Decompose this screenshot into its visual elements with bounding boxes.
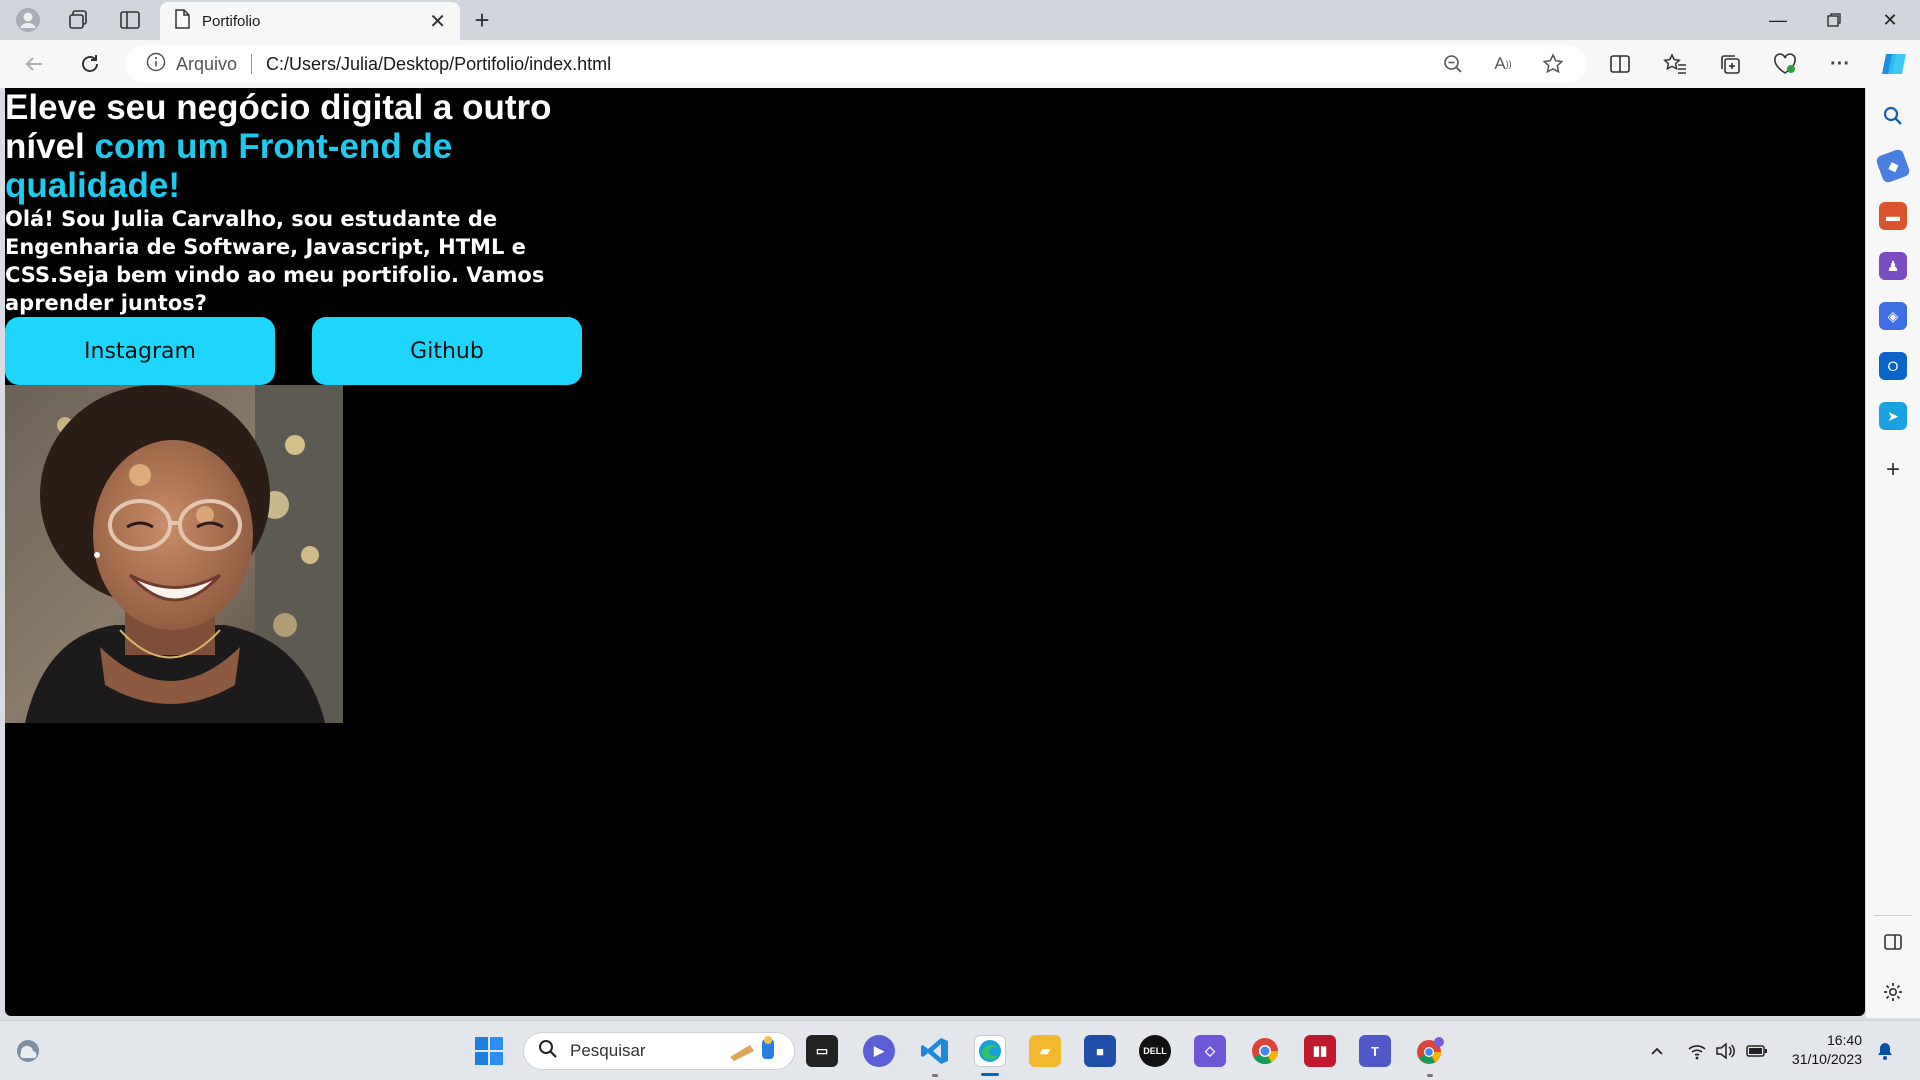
- github-button[interactable]: Github: [312, 317, 582, 385]
- winrar-icon[interactable]: ▮▮: [1304, 1035, 1336, 1067]
- more-options-icon[interactable]: ···: [1822, 46, 1858, 82]
- tools-icon[interactable]: ▬: [1879, 202, 1907, 230]
- battery-icon[interactable]: [1744, 1037, 1770, 1065]
- intro-text: Olá! Sou Julia Carvalho, sou estudante d…: [5, 207, 545, 315]
- chrome-icon[interactable]: [1249, 1035, 1281, 1067]
- address-bar[interactable]: Arquivo C:/Users/Julia/Desktop/Portifoli…: [126, 45, 1586, 83]
- system-clock[interactable]: 16:40 31/10/2023: [1782, 1031, 1862, 1069]
- edge-sidebar: ◆ ▬ ♟ ◈ O ➤ +: [1866, 88, 1920, 1018]
- file-explorer-icon[interactable]: ▰: [1029, 1035, 1061, 1067]
- page-viewport: Eleve seu negócio digital a outro nível c…: [5, 88, 1865, 1016]
- chrome-profile-icon[interactable]: [1414, 1035, 1446, 1067]
- copilot-app-icon[interactable]: ◇: [1194, 1035, 1226, 1067]
- clock-time: 16:40: [1826, 1032, 1862, 1048]
- collections-icon[interactable]: [1712, 46, 1748, 82]
- hide-sidebar-icon[interactable]: [1879, 928, 1907, 956]
- search-highlight-icon: [726, 1035, 784, 1068]
- split-screen-icon[interactable]: [1602, 46, 1638, 82]
- url-text[interactable]: C:/Users/Julia/Desktop/Portifolio/index.…: [266, 54, 611, 75]
- favorite-star-icon[interactable]: [1538, 49, 1568, 79]
- vscode-icon[interactable]: [919, 1035, 951, 1067]
- task-view-icon[interactable]: ▭: [806, 1035, 838, 1067]
- outlook-icon[interactable]: O: [1879, 352, 1907, 380]
- shopping-tag-icon[interactable]: ◆: [1875, 148, 1911, 184]
- tab-title: Portifolio: [202, 12, 261, 30]
- instagram-button[interactable]: Instagram: [5, 317, 275, 385]
- search-icon[interactable]: [1879, 102, 1907, 130]
- edge-browser-icon[interactable]: [974, 1035, 1006, 1067]
- wifi-icon[interactable]: [1684, 1037, 1710, 1065]
- chevron-up-icon[interactable]: [1644, 1037, 1670, 1065]
- browser-tab-strip: Portifolio ✕ + — ✕: [0, 0, 1920, 40]
- page-file-icon: [174, 8, 190, 34]
- settings-gear-icon[interactable]: [1879, 978, 1907, 1006]
- search-icon: [538, 1039, 558, 1064]
- browser-essentials-icon[interactable]: [1767, 46, 1803, 82]
- windows-taskbar: Pesquisar ▭ ▶ ▰ ■ DELL ◇ ▮▮ T 16:40 31/1…: [0, 1020, 1920, 1080]
- start-windows-icon[interactable]: [473, 1035, 505, 1067]
- add-icon[interactable]: +: [1879, 456, 1907, 484]
- microsoft-365-icon[interactable]: ◈: [1879, 302, 1907, 330]
- hero-title: Eleve seu negócio digital a outro nível c…: [5, 88, 565, 205]
- refresh-icon[interactable]: [72, 46, 108, 82]
- info-icon[interactable]: [146, 52, 166, 77]
- teams-icon[interactable]: T: [1359, 1035, 1391, 1067]
- games-icon[interactable]: ♟: [1879, 252, 1907, 280]
- close-tab-icon[interactable]: ✕: [429, 9, 446, 34]
- new-tab-button[interactable]: +: [464, 4, 500, 36]
- close-window-button[interactable]: ✕: [1862, 0, 1918, 40]
- microsoft-store-icon[interactable]: ■: [1084, 1035, 1116, 1067]
- profile-icon[interactable]: [8, 4, 48, 36]
- search-placeholder: Pesquisar: [570, 1041, 646, 1060]
- browser-toolbar: Arquivo C:/Users/Julia/Desktop/Portifoli…: [0, 40, 1920, 88]
- minimize-button[interactable]: —: [1750, 0, 1806, 40]
- active-tab[interactable]: Portifolio ✕: [160, 2, 460, 40]
- volume-icon[interactable]: [1712, 1037, 1738, 1065]
- profile-photo: [5, 385, 343, 723]
- address-separator: [251, 54, 253, 74]
- sidebar-divider: [1874, 915, 1912, 916]
- site-info-label[interactable]: Arquivo: [176, 54, 237, 75]
- send-icon[interactable]: ➤: [1879, 402, 1907, 430]
- clock-date: 31/10/2023: [1791, 1051, 1862, 1067]
- dell-icon[interactable]: DELL: [1139, 1035, 1171, 1067]
- vscode-running-indicator: [932, 1074, 938, 1077]
- chrome-running-indicator: [1427, 1074, 1433, 1077]
- chat-camera-icon[interactable]: ▶: [863, 1035, 895, 1067]
- restore-button[interactable]: [1806, 0, 1862, 40]
- vertical-tabs-icon[interactable]: [110, 4, 150, 36]
- notification-bell-icon[interactable]: [1872, 1037, 1898, 1065]
- read-aloud-icon[interactable]: A)): [1488, 49, 1518, 79]
- hero-title-plain: nível: [5, 127, 95, 166]
- zoom-out-icon[interactable]: [1438, 49, 1468, 79]
- hero-title-line1: Eleve seu negócio digital a outro: [5, 88, 552, 127]
- taskbar-search-input[interactable]: Pesquisar: [523, 1032, 795, 1070]
- edge-active-indicator: [981, 1073, 999, 1076]
- back-arrow-icon[interactable]: [16, 46, 52, 82]
- favorites-icon[interactable]: [1657, 46, 1693, 82]
- copilot-icon[interactable]: [1876, 46, 1912, 82]
- weather-widget-icon[interactable]: [12, 1035, 44, 1067]
- workspaces-icon[interactable]: [58, 4, 98, 36]
